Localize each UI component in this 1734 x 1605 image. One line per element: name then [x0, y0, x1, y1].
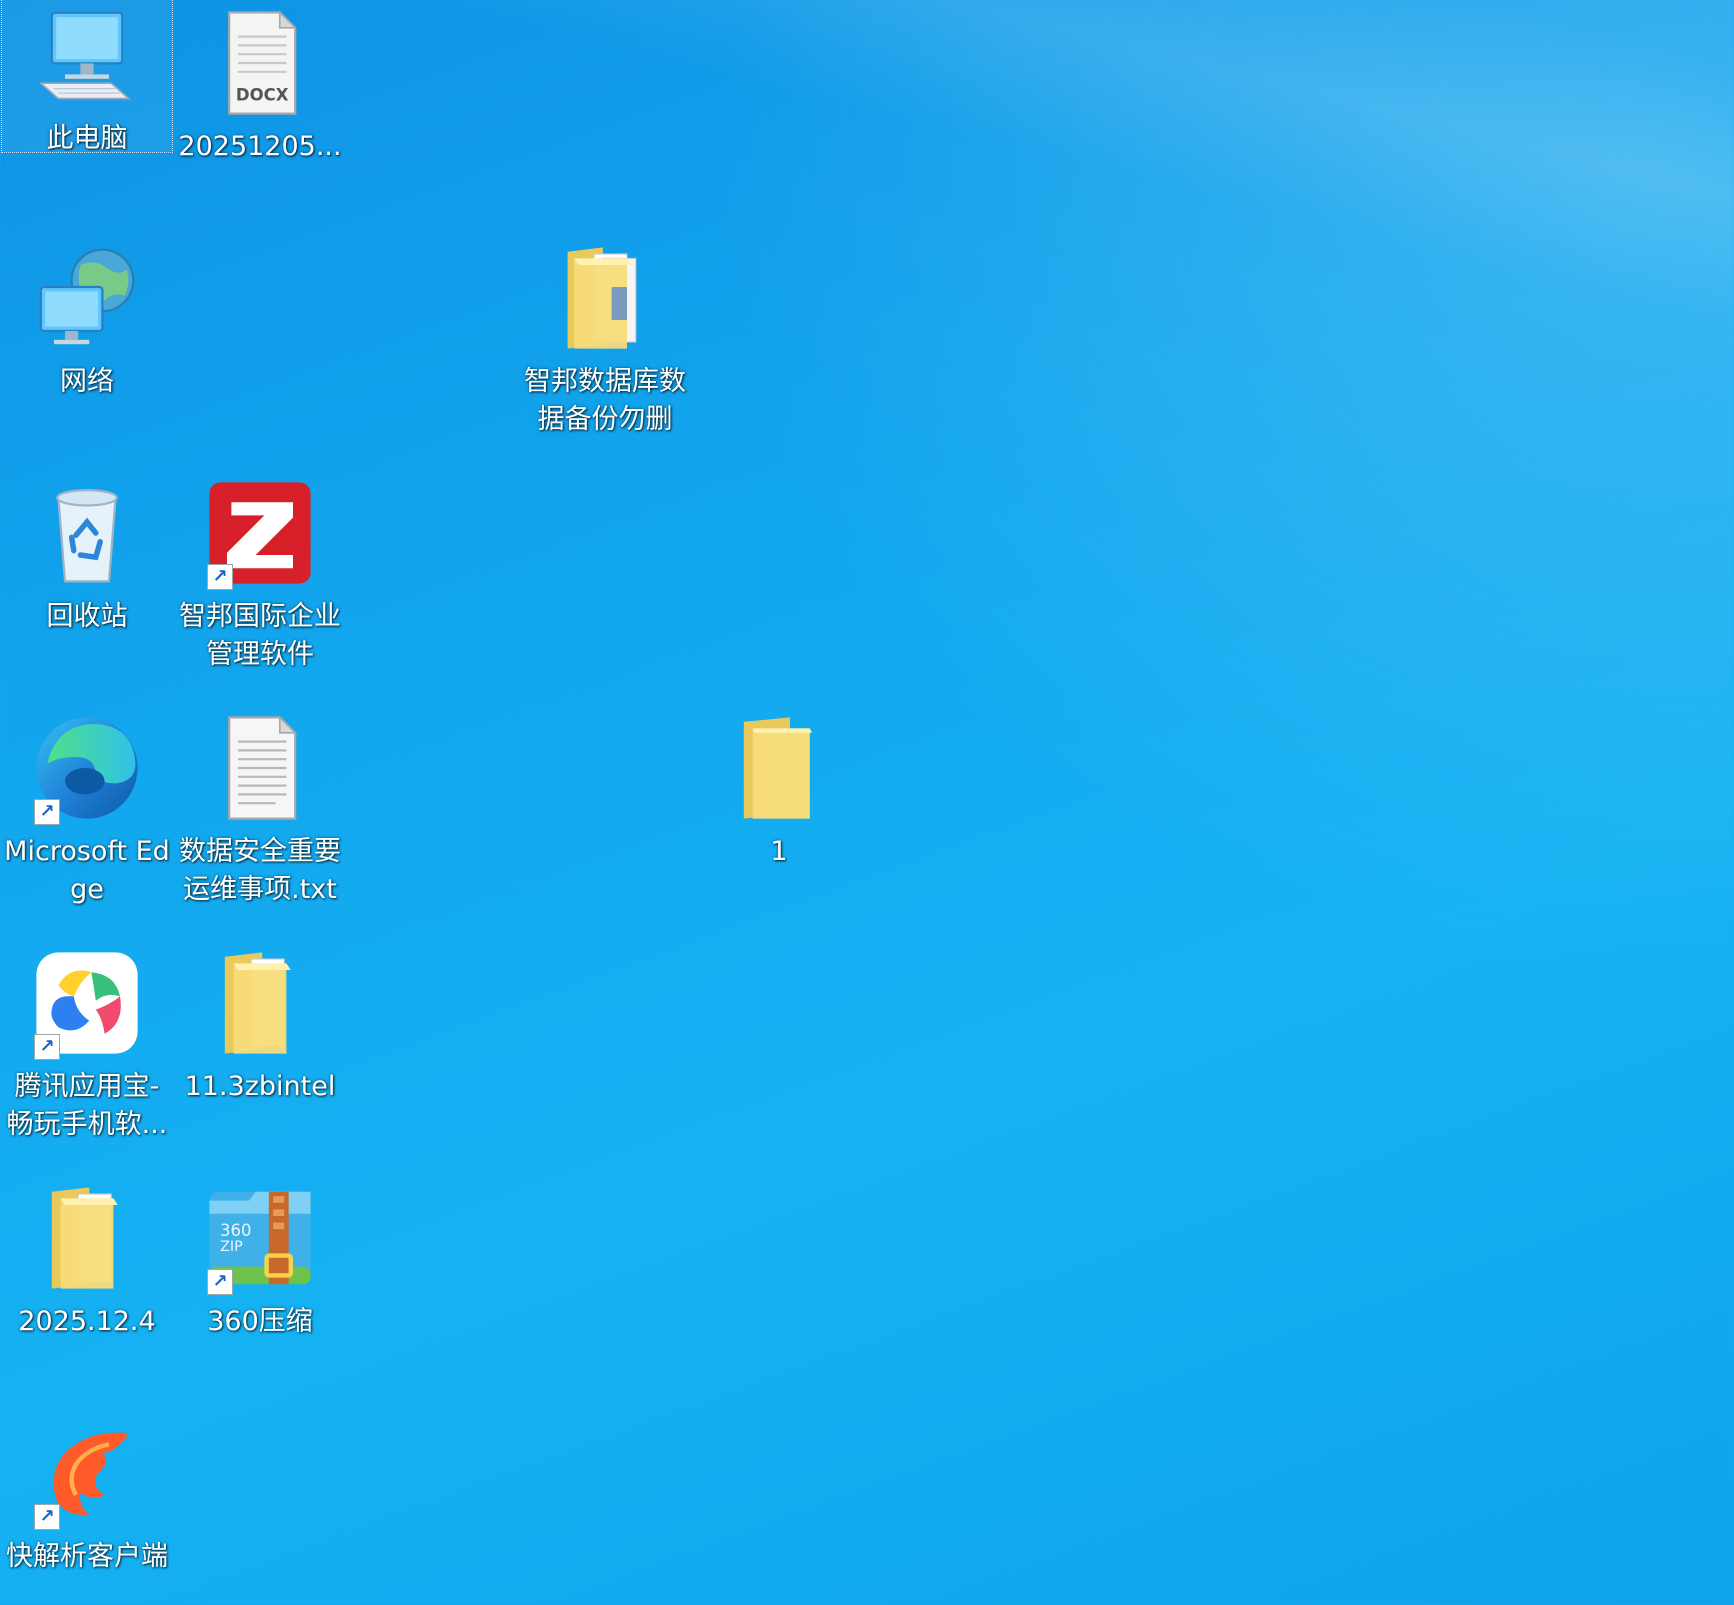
- desktop-icon-tencent-app-store[interactable]: ↗ 腾讯应用宝-畅玩手机软...: [2, 940, 172, 1144]
- desktop-icon-label: 回收站: [46, 601, 128, 632]
- 360-zip-icon: 360 ZIP ↗: [201, 1179, 319, 1297]
- recycle-bin-icon: [28, 474, 146, 592]
- desktop-icon-label: 腾讯应用宝-畅玩手机软...: [6, 1071, 168, 1140]
- text-file-icon: [201, 709, 319, 827]
- desktop-icon-label: 网络: [60, 366, 114, 397]
- shortcut-arrow-icon: ↗: [207, 564, 233, 590]
- desktop-icon-this-pc[interactable]: 此电脑: [1, 0, 173, 154]
- folder-icon: [28, 1179, 146, 1297]
- desktop-icon-label: 1: [770, 836, 788, 867]
- desktop-icon-label: 数据安全重要运维事项.txt: [179, 836, 341, 905]
- desktop-icon-label: 360压缩: [207, 1306, 313, 1337]
- shortcut-arrow-icon: ↗: [34, 799, 60, 825]
- desktop-icon-label: Microsoft Edge: [4, 836, 170, 905]
- desktop-icon-kuaijiexi-client[interactable]: ↗ 快解析客户端: [2, 1410, 172, 1576]
- shortcut-arrow-icon: ↗: [34, 1034, 60, 1060]
- folder-icon: [720, 709, 838, 827]
- desktop-icon-folder-2025-12-4[interactable]: 2025.12.4: [2, 1175, 172, 1341]
- desktop-icon-label: 20251205...: [178, 131, 342, 162]
- desktop-icon-docx-file[interactable]: DOCX 20251205...: [175, 0, 345, 166]
- desktop-icon-label: 智邦数据库数据备份勿删: [524, 366, 686, 435]
- shortcut-arrow-icon: ↗: [207, 1269, 233, 1295]
- svg-text:DOCX: DOCX: [236, 85, 289, 104]
- desktop-icon-label: 此电脑: [46, 123, 128, 154]
- desktop-icon-360zip[interactable]: 360 ZIP ↗ 360压缩: [175, 1175, 345, 1341]
- desktop-icon-recycle-bin[interactable]: 回收站: [2, 470, 172, 636]
- desktop[interactable]: 此电脑 DOCX 20251205... 网络 智邦数据库数据备份勿删 回收站 …: [0, 0, 1734, 1605]
- shortcut-arrow-icon: ↗: [34, 1504, 60, 1530]
- desktop-icon-label: 2025.12.4: [18, 1306, 156, 1337]
- desktop-icon-zhibang-backup-folder[interactable]: 智邦数据库数据备份勿删: [520, 235, 690, 439]
- desktop-icon-microsoft-edge[interactable]: ↗ Microsoft Edge: [2, 705, 172, 909]
- kuaijiexi-logo-icon: ↗: [28, 1414, 146, 1532]
- desktop-icon-txt-file[interactable]: 数据安全重要运维事项.txt: [175, 705, 345, 909]
- edge-icon: ↗: [28, 709, 146, 827]
- desktop-icon-network[interactable]: 网络: [2, 235, 172, 401]
- tencent-app-store-icon: ↗: [28, 944, 146, 1062]
- zhibang-z-logo-icon: ↗: [201, 474, 319, 592]
- desktop-icon-folder-1[interactable]: 1: [694, 705, 864, 871]
- svg-text:360: 360: [220, 1221, 252, 1240]
- desktop-icon-zhibang-software[interactable]: ↗ 智邦国际企业管理软件: [175, 470, 345, 674]
- folder-icon: [201, 944, 319, 1062]
- folder-icon: [546, 239, 664, 357]
- docx-file-icon: DOCX: [201, 4, 319, 122]
- desktop-icon-label: 智邦国际企业管理软件: [179, 601, 341, 670]
- network-icon: [28, 239, 146, 357]
- desktop-icon-folder-zbintel[interactable]: 11.3zbintel: [175, 940, 345, 1106]
- desktop-icon-label: 快解析客户端: [6, 1541, 168, 1572]
- computer-icon: [28, 4, 146, 114]
- desktop-icon-label: 11.3zbintel: [184, 1071, 336, 1102]
- svg-text:ZIP: ZIP: [220, 1239, 243, 1255]
